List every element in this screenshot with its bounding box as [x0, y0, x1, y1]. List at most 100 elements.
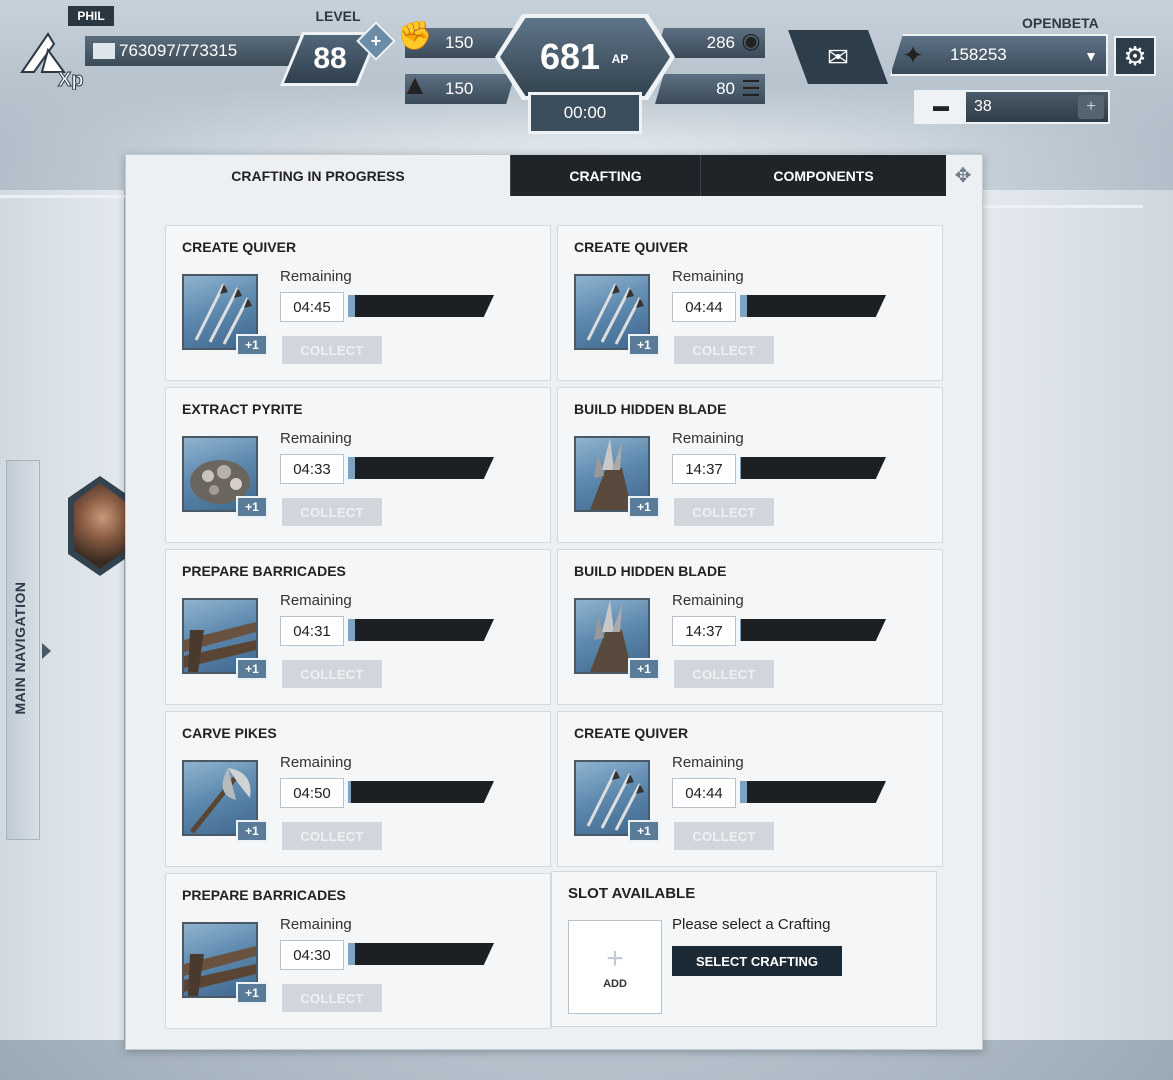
plus-icon: +	[370, 30, 382, 51]
xp-fill	[93, 43, 115, 59]
crafting-title: EXTRACT PYRITE	[182, 401, 303, 417]
remaining-time: 04:30	[280, 940, 344, 970]
ap-timer: 00:00	[528, 92, 642, 134]
quantity-badge: +1	[236, 982, 268, 1004]
progress-bar	[348, 943, 494, 965]
progress-bar	[740, 295, 886, 317]
collect-button[interactable]: COLLECT	[282, 336, 382, 364]
ticket-icon: ▬	[916, 92, 966, 122]
tab-components[interactable]: COMPONENTS	[700, 155, 946, 196]
collect-button[interactable]: COLLECT	[674, 336, 774, 364]
crafting-panel: CRAFTING IN PROGRESS CRAFTING COMPONENTS…	[125, 154, 983, 1050]
collect-button[interactable]: COLLECT	[282, 498, 382, 526]
progress-fill	[740, 781, 748, 803]
slot-available-card: SLOT AVAILABLE + ADD Please select a Cra…	[551, 871, 937, 1027]
remaining-label: Remaining	[280, 916, 352, 933]
fist-icon: ✊	[397, 19, 433, 51]
progress-fill	[348, 781, 351, 803]
collect-button[interactable]: COLLECT	[674, 498, 774, 526]
crafting-card: BUILD HIDDEN BLADE +1 Remaining 14:37 COLLEC…	[557, 549, 943, 705]
remaining-time: 04:31	[280, 616, 344, 646]
quantity-badge: +1	[236, 658, 268, 680]
server-label: OPENBETA	[1022, 15, 1099, 31]
remaining-time: 14:37	[672, 616, 736, 646]
chevron-down-icon: ▼	[1084, 48, 1098, 64]
crafting-title: CREATE QUIVER	[574, 239, 689, 255]
quantity-badge: +1	[236, 496, 268, 518]
contracts-value: 80	[716, 79, 735, 98]
tab-crafting-in-progress[interactable]: CRAFTING IN PROGRESS	[126, 155, 510, 196]
assassins-value: 150	[445, 79, 474, 98]
progress-bar	[740, 781, 886, 803]
progress-fill	[740, 457, 742, 479]
progress-fill	[348, 457, 356, 479]
crafting-card: PREPARE BARRICADES +1 Remaining 04:31 COLLEC…	[165, 549, 551, 705]
collect-button[interactable]: COLLECT	[282, 822, 382, 850]
remaining-time: 04:45	[280, 292, 344, 322]
hooded-assassin-icon: ▲	[401, 69, 429, 100]
collect-button[interactable]: COLLECT	[282, 984, 382, 1012]
settings-button[interactable]: ⚙	[1114, 36, 1156, 76]
ticket-value: 38	[974, 98, 992, 115]
remaining-label: Remaining	[280, 268, 352, 285]
slot-hint: Please select a Crafting	[672, 916, 831, 933]
remaining-label: Remaining	[280, 592, 352, 609]
svg-text:Xp: Xp	[58, 69, 84, 90]
player-name: PHIL	[68, 6, 114, 26]
xp-progress-bar: 763097/773315	[85, 36, 315, 66]
add-tickets-button[interactable]: +	[1078, 95, 1104, 119]
crafting-title: CREATE QUIVER	[182, 239, 297, 255]
collect-button[interactable]: COLLECT	[282, 660, 382, 688]
slot-title: SLOT AVAILABLE	[568, 885, 696, 902]
influence-value: 286	[706, 33, 735, 52]
remaining-label: Remaining	[672, 430, 744, 447]
florin-icon: ✦	[902, 39, 924, 70]
collect-button[interactable]: COLLECT	[674, 660, 774, 688]
scroll-icon: ☰	[741, 76, 761, 101]
crafting-title: BUILD HIDDEN BLADE	[574, 563, 727, 579]
tab-crafting[interactable]: CRAFTING	[510, 155, 700, 196]
level-label: LEVEL	[315, 8, 361, 24]
progress-bar	[348, 295, 494, 317]
add-slot-button[interactable]: + ADD	[568, 920, 662, 1014]
remaining-label: Remaining	[672, 268, 744, 285]
remaining-label: Remaining	[280, 430, 352, 447]
remaining-time: 04:33	[280, 454, 344, 484]
remaining-time: 04:44	[672, 292, 736, 322]
progress-fill	[348, 619, 356, 641]
remaining-time: 04:50	[280, 778, 344, 808]
progress-fill	[348, 295, 356, 317]
decor-line	[0, 195, 125, 198]
chevron-right-icon[interactable]	[42, 643, 51, 659]
xp-text: 763097/773315	[119, 41, 238, 60]
collapse-icon[interactable]: ✥	[944, 155, 982, 196]
quantity-badge: +1	[628, 496, 660, 518]
eye-icon: ◉	[741, 28, 761, 53]
crafting-card: CREATE QUIVER +1 Remaining 04:44 COLLECT	[557, 711, 943, 867]
gear-icon: ⚙	[1123, 40, 1147, 71]
plus-icon: +	[606, 942, 624, 975]
decor-line	[983, 205, 1143, 208]
add-label: ADD	[603, 978, 627, 990]
remaining-label: Remaining	[672, 592, 744, 609]
ap-icon: AP	[611, 52, 629, 66]
quantity-badge: +1	[628, 820, 660, 842]
right-decor-panel	[983, 190, 1173, 1040]
crafting-title: CREATE QUIVER	[574, 725, 689, 741]
select-crafting-button[interactable]: SELECT CRAFTING	[672, 946, 842, 976]
collect-button[interactable]: COLLECT	[674, 822, 774, 850]
quantity-badge: +1	[628, 334, 660, 356]
crafting-title: BUILD HIDDEN BLADE	[574, 401, 727, 417]
xp-icon: Xp	[20, 32, 84, 90]
progress-fill	[740, 295, 748, 317]
crafting-card: PREPARE BARRICADES +1 Remaining 04:30 COLLEC…	[165, 873, 551, 1029]
progress-bar	[740, 457, 886, 479]
quantity-badge: +1	[236, 820, 268, 842]
remaining-time: 04:44	[672, 778, 736, 808]
crafting-card: CARVE PIKES +1 Remaining 04:50 COLLECT	[165, 711, 551, 867]
envelope-icon: ✉	[827, 41, 849, 72]
progress-fill	[740, 619, 742, 641]
crafting-card: EXTRACT PYRITE +1 Remaining 04:33 COLLECT	[165, 387, 551, 543]
avatar-portrait	[74, 483, 126, 569]
quantity-badge: +1	[628, 658, 660, 680]
